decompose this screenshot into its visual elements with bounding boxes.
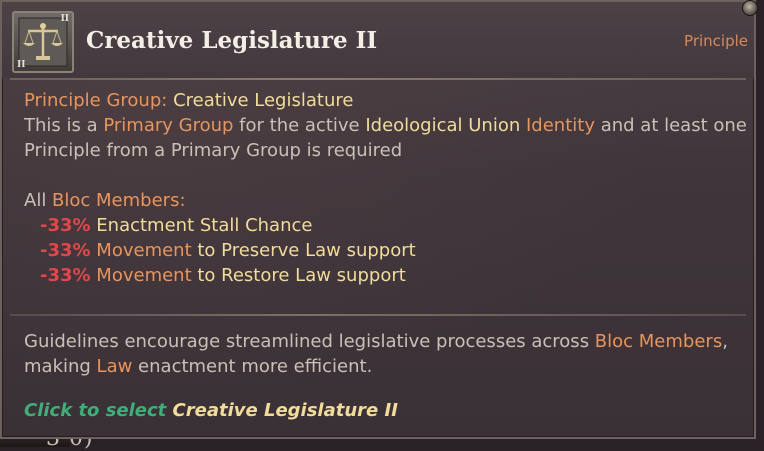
description-line-2: Principle from a Primary Group is requir… [24, 140, 403, 161]
tooltip-type-label: Principle [684, 32, 748, 50]
bloc-members-link[interactable]: Bloc Members [595, 331, 722, 352]
flavor-text-part: enactment more efficient. [132, 356, 373, 377]
effect-text: to Restore Law support [191, 265, 406, 286]
primary-group-link[interactable]: Primary Group [103, 115, 233, 136]
roman-numeral-bottom: II [17, 60, 26, 70]
effect-item: -33% Enactment Stall Chance [24, 213, 754, 238]
flavor-line-1: Guidelines encourage streamlined legisla… [24, 329, 744, 354]
description-line-1: This is a Primary Group for the active I… [24, 113, 754, 138]
principle-group-label: Principle Group: [24, 90, 168, 111]
tooltip-title: Creative Legislature II [86, 27, 378, 54]
scope-prefix: All [24, 190, 53, 211]
bloc-members-link[interactable]: Bloc Members [52, 190, 179, 211]
flavor-text: Guidelines encourage streamlined legisla… [24, 329, 744, 379]
movement-link[interactable]: Movement [96, 240, 191, 261]
effect-text: Enactment Stall Chance [90, 215, 313, 236]
scope-suffix: : [179, 190, 186, 211]
action-target: Creative Legislature II [172, 400, 398, 421]
description-text: This is a [24, 115, 104, 136]
click-to-select-action[interactable]: Click to select Creative Legislature II [24, 400, 398, 421]
description-text: for the active [233, 115, 366, 136]
effect-value: -33% [40, 240, 91, 261]
effect-item: -33% Movement to Preserve Law support [24, 238, 754, 263]
roman-numeral-top: II [60, 14, 69, 24]
section-divider [10, 314, 746, 316]
principle-group-value[interactable]: Creative Legislature [173, 90, 353, 111]
header-divider [10, 78, 746, 80]
flavor-text-part: , [722, 331, 728, 352]
effect-item: -33% Movement to Restore Law support [24, 263, 754, 288]
tooltip-body: Principle Group: Creative Legislature Th… [24, 88, 754, 288]
ideological-union-link[interactable]: Ideological Union [365, 115, 520, 136]
close-knob-icon[interactable] [742, 0, 758, 16]
principle-tooltip: II II Creative Legislature II Principle … [0, 0, 756, 439]
description-text: and at least one [594, 115, 747, 136]
action-prefix: Click to select [24, 400, 173, 421]
effect-value: -33% [40, 265, 91, 286]
flavor-text-part: Guidelines encourage streamlined legisla… [24, 331, 595, 352]
flavor-line-2: making Law enactment more efficient. [24, 354, 744, 379]
effect-text: to Preserve Law support [191, 240, 416, 261]
flavor-text-part: making [24, 356, 97, 377]
effects-scope-line: All Bloc Members: [24, 188, 754, 213]
principle-icon: II II [12, 11, 74, 73]
identity-link[interactable]: Identity [526, 115, 595, 136]
principle-group-line: Principle Group: Creative Legislature [24, 88, 754, 113]
movement-link[interactable]: Movement [96, 265, 191, 286]
effect-value: -33% [40, 215, 91, 236]
law-link[interactable]: Law [97, 356, 133, 377]
